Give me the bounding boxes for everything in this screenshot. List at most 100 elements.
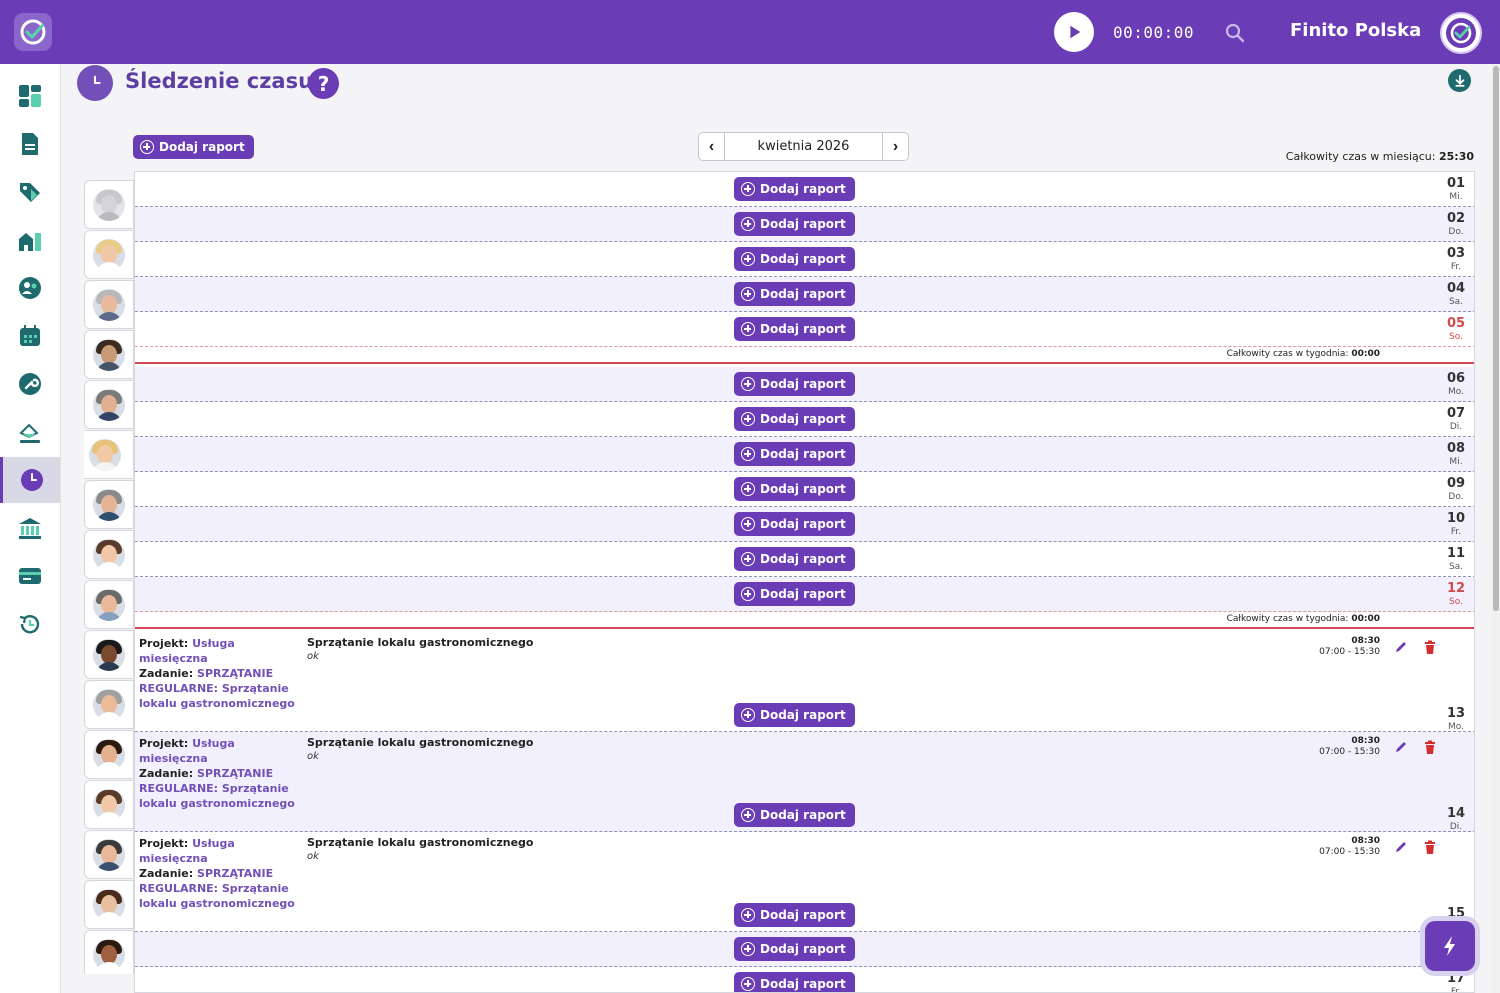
sidebar-item-tags[interactable] — [0, 169, 60, 215]
add-report-button[interactable]: Dodaj raport — [734, 512, 855, 536]
add-report-button[interactable]: Dodaj raport — [734, 282, 855, 306]
plus-circle-icon — [140, 140, 154, 154]
plus-circle-icon — [741, 182, 755, 196]
week-total: Całkowity czas w tygodnia: 00:00 — [135, 346, 1474, 364]
avatar — [93, 338, 125, 371]
employee-avatar-item[interactable] — [84, 380, 134, 429]
day-number: 05 — [1446, 316, 1466, 331]
sidebar-item-bank[interactable] — [0, 505, 60, 551]
day-weekday: Mi. — [1449, 457, 1463, 467]
add-report-button[interactable]: Dodaj raport — [734, 703, 855, 727]
employee-avatar-item[interactable] — [84, 930, 134, 974]
play-icon — [1070, 25, 1081, 39]
add-report-label: Dodaj raport — [159, 140, 245, 154]
avatar — [93, 288, 125, 321]
scrollbar-thumb[interactable] — [1493, 66, 1499, 611]
plus-circle-icon — [741, 287, 755, 301]
help-icon[interactable]: ? — [308, 68, 339, 99]
day-number: 11 — [1446, 546, 1466, 561]
add-report-label: Dodaj raport — [760, 977, 846, 991]
sidebar-item-dashboard[interactable] — [0, 73, 60, 119]
day-row: Dodaj raport 07 Di. — [135, 402, 1474, 437]
day-row: Dodaj raport 04 Sa. — [135, 277, 1474, 312]
add-report-button[interactable]: Dodaj raport — [734, 212, 855, 236]
add-report-button[interactable]: Dodaj raport — [734, 247, 855, 271]
edit-icon[interactable] — [1394, 640, 1408, 654]
month-label[interactable]: kwietnia 2026 — [725, 139, 882, 154]
sidebar-item-tools[interactable] — [0, 361, 60, 407]
edit-icon[interactable] — [1394, 740, 1408, 754]
day-number: 10 — [1446, 511, 1466, 526]
employee-avatar-item[interactable] — [84, 530, 134, 579]
sidebar-item-paint[interactable] — [0, 409, 60, 455]
plus-circle-icon — [741, 587, 755, 601]
employee-avatar-item[interactable] — [84, 730, 134, 779]
day-row: Dodaj raport 05 So. — [135, 312, 1474, 347]
employee-avatar-item[interactable] — [84, 330, 134, 379]
sidebar-item-payments[interactable] — [0, 553, 60, 599]
lightning-icon — [1444, 936, 1455, 956]
company-avatar[interactable] — [1440, 12, 1482, 54]
add-report-button[interactable]: Dodaj raport — [133, 135, 254, 159]
sidebar-item-time-tracking[interactable] — [0, 457, 60, 503]
download-icon[interactable] — [1448, 69, 1471, 92]
sidebar-item-calendar[interactable] — [0, 313, 60, 359]
employee-avatar-item[interactable] — [84, 180, 134, 229]
day-row: Dodaj raport 09 Do. — [135, 472, 1474, 507]
add-report-button[interactable]: Dodaj raport — [734, 903, 855, 927]
employee-avatar-item[interactable] — [84, 680, 134, 729]
day-number: 14 — [1446, 806, 1466, 821]
delete-icon[interactable] — [1424, 640, 1436, 654]
avatar — [93, 188, 125, 221]
plus-circle-icon — [741, 708, 755, 722]
employee-avatar-item[interactable] — [84, 630, 134, 679]
employee-avatar-item[interactable] — [84, 830, 134, 879]
next-month-button[interactable]: › — [882, 133, 908, 160]
quick-action-button[interactable] — [1425, 921, 1475, 971]
sidebar-item-team[interactable] — [0, 265, 60, 311]
add-report-button[interactable]: Dodaj raport — [734, 442, 855, 466]
project-label: Projekt: — [139, 837, 189, 850]
task-label: Zadanie: — [139, 767, 194, 780]
add-report-button[interactable]: Dodaj raport — [734, 317, 855, 341]
avatar — [93, 638, 125, 671]
employee-avatar-item[interactable] — [84, 880, 134, 929]
add-report-button[interactable]: Dodaj raport — [734, 372, 855, 396]
delete-icon[interactable] — [1424, 840, 1436, 854]
add-report-button[interactable]: Dodaj raport — [734, 803, 855, 827]
add-report-button[interactable]: Dodaj raport — [734, 477, 855, 501]
employee-avatar-item[interactable] — [84, 230, 134, 279]
add-report-button[interactable]: Dodaj raport — [734, 547, 855, 571]
employee-avatar-item[interactable] — [84, 280, 134, 329]
add-report-button[interactable]: Dodaj raport — [734, 937, 855, 961]
page-scrollbar[interactable] — [1492, 64, 1500, 993]
sidebar-item-history[interactable] — [0, 601, 60, 647]
sidebar-item-buildings[interactable] — [0, 217, 60, 263]
task-label: Zadanie: — [139, 667, 194, 680]
play-timer-button[interactable] — [1054, 12, 1094, 52]
employee-avatar-item[interactable] — [84, 430, 134, 479]
add-report-button[interactable]: Dodaj raport — [734, 407, 855, 431]
avatar — [93, 388, 125, 421]
sidebar-item-documents[interactable] — [0, 121, 60, 167]
day-weekday: Sa. — [1448, 297, 1464, 307]
search-icon[interactable] — [1224, 22, 1246, 44]
plus-circle-icon — [741, 808, 755, 822]
employee-avatar-item[interactable] — [84, 780, 134, 829]
delete-icon[interactable] — [1424, 740, 1436, 754]
add-report-button[interactable]: Dodaj raport — [734, 177, 855, 201]
plus-circle-icon — [741, 447, 755, 461]
prev-month-button[interactable]: ‹ — [699, 133, 725, 160]
edit-icon[interactable] — [1394, 840, 1408, 854]
team-icon — [19, 277, 41, 299]
day-number: 01 — [1446, 176, 1466, 191]
document-icon — [22, 133, 38, 155]
company-name[interactable]: Finito Polska — [1290, 20, 1421, 41]
add-report-button[interactable]: Dodaj raport — [734, 582, 855, 606]
page-title: Śledzenie czasu — [125, 69, 314, 93]
employee-avatar-item[interactable] — [84, 480, 134, 529]
add-report-button[interactable]: Dodaj raport — [734, 972, 855, 992]
employee-avatar-item[interactable] — [84, 580, 134, 629]
app-logo-icon[interactable] — [14, 13, 52, 51]
week-total-value: 00:00 — [1351, 349, 1380, 359]
